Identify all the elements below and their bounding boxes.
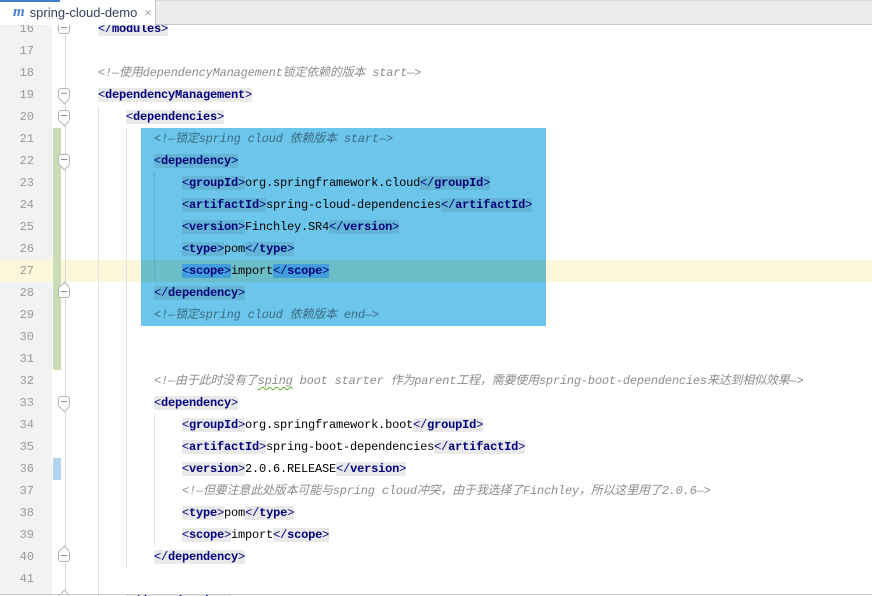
code-line-23[interactable]: <groupId>org.springframework.cloud</grou…: [0, 172, 872, 194]
code-line-35[interactable]: <artifactId>spring-boot-dependencies</ar…: [0, 436, 872, 458]
xml-tag-highlighted: </scope>: [273, 264, 330, 278]
fold-marker[interactable]: [58, 550, 70, 562]
tab-spring-cloud-demo[interactable]: m spring-cloud-demo ×: [0, 0, 155, 25]
code-line-16[interactable]: </modules>: [0, 25, 872, 40]
code-line-20[interactable]: <dependencies>: [0, 106, 872, 128]
xml-comment: boot starter 作为parent工程，需要使用spring-boot-…: [292, 374, 804, 388]
xml-tag: <artifactId>: [182, 198, 267, 212]
code-line-26[interactable]: <type>pom</type>: [0, 238, 872, 260]
comment-typo-word: sping: [257, 374, 293, 388]
code-line-17[interactable]: [0, 40, 872, 62]
xml-tag: </artifactId>: [441, 198, 533, 212]
xml-text-value: 2.0.6.RELEASE: [245, 462, 337, 476]
fold-marker[interactable]: [58, 88, 70, 100]
xml-text-value: spring-boot-dependencies: [266, 440, 435, 454]
xml-tag: <dependencies>: [126, 110, 225, 124]
xml-tag: </type>: [245, 506, 295, 520]
maven-icon: m: [13, 4, 25, 20]
fold-marker[interactable]: [58, 286, 70, 298]
xml-comment: <!—锁定spring cloud 依赖版本 start—>: [154, 132, 393, 146]
xml-tag: <groupId>: [182, 418, 246, 432]
code-line-39[interactable]: <scope>import</scope>: [0, 524, 872, 546]
xml-text-value: org.springframework.boot: [245, 418, 414, 432]
code-editor[interactable]: 16 </modules> 17 18 <!—使用dependencyManagemen…: [0, 25, 872, 596]
code-line-30[interactable]: [0, 326, 872, 348]
code-line-36[interactable]: <version>2.0.6.RELEASE</version>: [0, 458, 872, 480]
xml-tag: </modules>: [98, 25, 168, 36]
editor-bottom-border: [0, 594, 872, 595]
xml-text-value: org.springframework.cloud: [245, 176, 421, 190]
code-line-34[interactable]: <groupId>org.springframework.boot</group…: [0, 414, 872, 436]
xml-text-value: import: [231, 528, 274, 542]
fold-marker[interactable]: [58, 154, 70, 166]
code-line-19[interactable]: <dependencyManagement>: [0, 84, 872, 106]
xml-tag: <version>: [182, 462, 246, 476]
xml-tag: </groupId>: [413, 418, 484, 432]
xml-tag: <artifactId>: [182, 440, 267, 454]
xml-tag: <dependency>: [154, 396, 239, 410]
tab-accent-line: [0, 0, 60, 2]
code-line-22[interactable]: <dependency>: [0, 150, 872, 172]
code-line-24[interactable]: <artifactId>spring-cloud-dependencies</a…: [0, 194, 872, 216]
fold-marker[interactable]: [58, 110, 70, 122]
code-line-38[interactable]: <type>pom</type>: [0, 502, 872, 524]
code-line-21[interactable]: <!—锁定spring cloud 依赖版本 start—>: [0, 128, 872, 150]
code-line-18[interactable]: <!—使用dependencyManagement锁定依赖的版本 start—>: [0, 62, 872, 84]
code-line-40[interactable]: </dependency>: [0, 546, 872, 568]
tab-close-icon[interactable]: ×: [144, 5, 152, 20]
xml-text-value: pom: [224, 242, 246, 256]
xml-tag: <groupId>: [182, 176, 246, 190]
xml-comment: <!—由于此时没有了: [154, 374, 258, 388]
xml-text-value: import: [231, 264, 274, 278]
xml-comment: <!—使用dependencyManagement锁定依赖的版本 start—>: [98, 66, 422, 80]
xml-tag: </groupId>: [420, 176, 491, 190]
xml-comment: <!—锁定spring cloud 依赖版本 end—>: [154, 308, 379, 322]
ide-window: 16 </modules> 17 18 <!—使用dependencyManagemen…: [0, 0, 872, 596]
tab-bar-empty-area: [155, 0, 872, 25]
xml-tag: </artifactId>: [434, 440, 526, 454]
code-line-25[interactable]: <version>Finchley.SR4</version>: [0, 216, 872, 238]
xml-tag-highlighted: <scope>: [182, 264, 232, 278]
fold-marker[interactable]: [58, 396, 70, 408]
code-line-28[interactable]: </dependency>: [0, 282, 872, 304]
xml-tag: <scope>: [182, 528, 232, 542]
xml-tag: </version>: [336, 462, 407, 476]
xml-tag: </dependency>: [154, 286, 246, 300]
xml-tag: </dependency>: [154, 550, 246, 564]
code-line-37[interactable]: <!—但要注意此处版本可能与spring cloud冲突，由于我选择了Finch…: [0, 480, 872, 502]
xml-text-value: Finchley.SR4: [245, 220, 330, 234]
xml-tag: </scope>: [273, 528, 330, 542]
xml-tag: <type>: [182, 242, 225, 256]
xml-tag: <version>: [182, 220, 246, 234]
code-line-32[interactable]: <!—由于此时没有了sping boot starter 作为parent工程，…: [0, 370, 872, 392]
code-line-33[interactable]: <dependency>: [0, 392, 872, 414]
xml-tag: </version>: [329, 220, 400, 234]
xml-tag: </type>: [245, 242, 295, 256]
xml-comment: <!—但要注意此处版本可能与spring cloud冲突，由于我选择了Finch…: [182, 484, 711, 498]
xml-text-value: spring-cloud-dependencies: [266, 198, 442, 212]
xml-text-value: pom: [224, 506, 246, 520]
code-line-31[interactable]: [0, 348, 872, 370]
tab-title: spring-cloud-demo: [29, 5, 138, 20]
xml-tag: <dependencyManagement>: [98, 88, 253, 102]
xml-tag: <dependency>: [154, 154, 239, 168]
fold-marker[interactable]: [58, 25, 70, 34]
editor-tab-bar: m spring-cloud-demo ×: [0, 0, 872, 25]
code-line-29[interactable]: <!—锁定spring cloud 依赖版本 end—>: [0, 304, 872, 326]
xml-tag: <type>: [182, 506, 225, 520]
code-line-42[interactable]: </dependencies>: [0, 590, 872, 596]
code-line-27[interactable]: <scope>import</scope>: [0, 260, 872, 282]
code-line-41[interactable]: [0, 568, 872, 590]
